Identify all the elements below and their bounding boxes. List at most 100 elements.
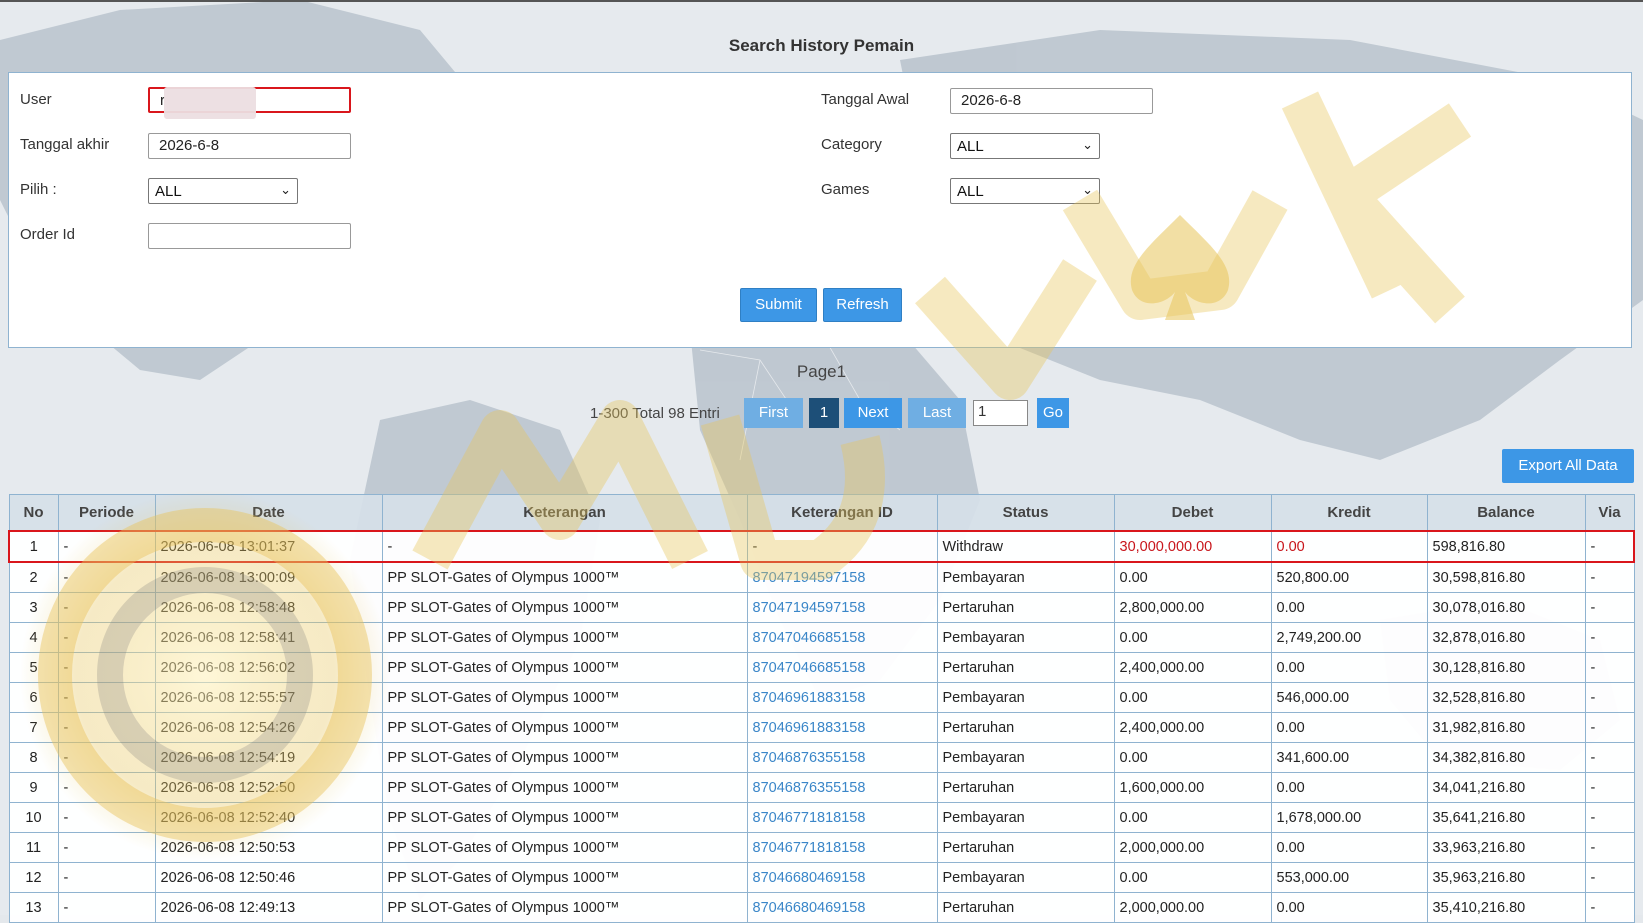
cell-status: Pertaruhan [936, 652, 1115, 683]
header-kredit[interactable]: Kredit [1270, 494, 1428, 532]
cell-via: - [1584, 561, 1635, 593]
cell-periode: - [57, 530, 156, 563]
tanggal-akhir-input[interactable]: 2026-6-8 [148, 133, 351, 159]
cell-keterangan-id[interactable]: 87046771818158 [746, 802, 938, 833]
table-row[interactable]: 10-2026-06-08 12:52:40 PP SLOT-Gates of O… [8, 802, 1635, 833]
header-no[interactable]: No [8, 494, 59, 532]
cell-status: Pertaruhan [936, 832, 1115, 863]
cell-periode: - [57, 682, 156, 713]
cell-debet: 1,600,000.00 [1113, 772, 1272, 803]
order-id-input[interactable] [148, 223, 351, 249]
cell-keterangan: PP SLOT-Gates of Olympus 1000™ [381, 592, 748, 623]
cell-debet: 2,800,000.00 [1113, 592, 1272, 623]
export-all-data-button[interactable]: Export All Data [1502, 449, 1634, 483]
cell-no: 4 [8, 622, 59, 653]
cell-keterangan-id[interactable]: 87046961883158 [746, 712, 938, 743]
cell-via: - [1584, 592, 1635, 623]
cell-kredit: 520,800.00 [1270, 561, 1428, 593]
next-page-button[interactable]: Next [844, 398, 902, 428]
go-button[interactable]: Go [1037, 398, 1069, 428]
table-row[interactable]: 8-2026-06-08 12:54:19 PP SLOT-Gates of Ol… [8, 742, 1635, 773]
table-row[interactable]: 11-2026-06-08 12:50:53 PP SLOT-Gates of O… [8, 832, 1635, 863]
cell-balance: 35,641,216.80 [1426, 802, 1586, 833]
cell-via: - [1584, 622, 1635, 653]
tanggal-awal-input[interactable]: 2026-6-8 [950, 88, 1153, 114]
cell-no: 11 [8, 832, 59, 863]
header-status[interactable]: Status [936, 494, 1115, 532]
table-row[interactable]: 2-2026-06-08 13:00:09 PP SLOT-Gates of Ol… [8, 561, 1635, 593]
cell-no: 3 [8, 592, 59, 623]
header-date[interactable]: Date [154, 494, 383, 532]
cell-date: 2026-06-08 12:52:50 [154, 772, 383, 803]
cell-date: 2026-06-08 12:50:53 [154, 832, 383, 863]
cell-no: 5 [8, 652, 59, 683]
cell-periode: - [57, 862, 156, 893]
cell-balance: 34,382,816.80 [1426, 742, 1586, 773]
cell-no: 1 [8, 530, 59, 563]
refresh-button[interactable]: Refresh [823, 288, 902, 322]
cell-via: - [1584, 892, 1635, 923]
page-title: Search History Pemain [728, 36, 915, 55]
cell-keterangan-id[interactable]: 87046876355158 [746, 742, 938, 773]
pagination-info: 1-300 Total 98 Entri [590, 405, 720, 422]
current-page-button[interactable]: 1 [809, 398, 839, 428]
cell-date: 2026-06-08 12:50:46 [154, 862, 383, 893]
cell-keterangan-id[interactable]: 87046680469158 [746, 862, 938, 893]
header-balance[interactable]: Balance [1426, 494, 1586, 532]
category-select[interactable]: ALL ⌄ [950, 133, 1100, 159]
cell-periode: - [57, 561, 156, 593]
cell-keterangan-id[interactable]: 87046680469158 [746, 892, 938, 923]
cell-no: 10 [8, 802, 59, 833]
cell-keterangan: PP SLOT-Gates of Olympus 1000™ [381, 652, 748, 683]
header-periode[interactable]: Periode [57, 494, 156, 532]
cell-keterangan-id[interactable]: 87046961883158 [746, 682, 938, 713]
cell-no: 2 [8, 561, 59, 593]
cell-keterangan: - [381, 530, 748, 563]
cell-status: Pembayaran [936, 862, 1115, 893]
table-row[interactable]: 9-2026-06-08 12:52:50 PP SLOT-Gates of Ol… [8, 772, 1635, 803]
cell-keterangan-id[interactable]: 87047046685158 [746, 622, 938, 653]
submit-button[interactable]: Submit [740, 288, 817, 322]
games-select[interactable]: ALL ⌄ [950, 178, 1100, 204]
cell-keterangan-id[interactable]: 87046771818158 [746, 832, 938, 863]
cell-kredit: 0.00 [1270, 592, 1428, 623]
table-row[interactable]: 13-2026-06-08 12:49:13 PP SLOT-Gates of O… [8, 892, 1635, 923]
cell-keterangan: PP SLOT-Gates of Olympus 1000™ [381, 832, 748, 863]
cell-periode: - [57, 772, 156, 803]
cell-debet: 0.00 [1113, 802, 1272, 833]
header-debet[interactable]: Debet [1113, 494, 1272, 532]
cell-balance: 35,410,216.80 [1426, 892, 1586, 923]
cell-balance: 30,128,816.80 [1426, 652, 1586, 683]
cell-keterangan: PP SLOT-Gates of Olympus 1000™ [381, 622, 748, 653]
cell-keterangan-id[interactable]: 87047046685158 [746, 652, 938, 683]
cell-balance: 33,963,216.80 [1426, 832, 1586, 863]
cell-keterangan: PP SLOT-Gates of Olympus 1000™ [381, 742, 748, 773]
header-keterangan-id[interactable]: Keterangan ID [746, 494, 938, 532]
last-page-button[interactable]: Last [908, 398, 966, 428]
first-page-button[interactable]: First [744, 398, 803, 428]
cell-keterangan-id[interactable]: 87047194597158 [746, 561, 938, 593]
table-row[interactable]: 12-2026-06-08 12:50:46 PP SLOT-Gates of O… [8, 862, 1635, 893]
cell-periode: - [57, 832, 156, 863]
cell-keterangan: PP SLOT-Gates of Olympus 1000™ [381, 712, 748, 743]
cell-periode: - [57, 622, 156, 653]
tanggal-awal-label: Tanggal Awal [821, 91, 910, 108]
cell-balance: 30,078,016.80 [1426, 592, 1586, 623]
cell-status: Pertaruhan [936, 892, 1115, 923]
header-keterangan[interactable]: Keterangan [381, 494, 748, 532]
table-row[interactable]: 5-2026-06-08 12:56:02 PP SLOT-Gates of Ol… [8, 652, 1635, 683]
cell-keterangan-id[interactable]: 87047194597158 [746, 592, 938, 623]
cell-status: Pembayaran [936, 802, 1115, 833]
header-via[interactable]: Via [1584, 494, 1635, 532]
cell-kredit: 341,600.00 [1270, 742, 1428, 773]
top-border-line [0, 0, 1643, 2]
table-row[interactable]: 7-2026-06-08 12:54:26 PP SLOT-Gates of Ol… [8, 712, 1635, 743]
page-number-input[interactable]: 1 [973, 400, 1028, 426]
table-row[interactable]: 4-2026-06-08 12:58:41 PP SLOT-Gates of Ol… [8, 622, 1635, 653]
cell-debet: 0.00 [1113, 862, 1272, 893]
table-row[interactable]: 6-2026-06-08 12:55:57 PP SLOT-Gates of Ol… [8, 682, 1635, 713]
table-row[interactable]: 1-2026-06-08 13:01:37- - Withdraw 30,000,00… [8, 530, 1635, 563]
pilih-select[interactable]: ALL ⌄ [148, 178, 298, 204]
table-row[interactable]: 3-2026-06-08 12:58:48 PP SLOT-Gates of Ol… [8, 592, 1635, 623]
cell-keterangan-id[interactable]: 87046876355158 [746, 772, 938, 803]
